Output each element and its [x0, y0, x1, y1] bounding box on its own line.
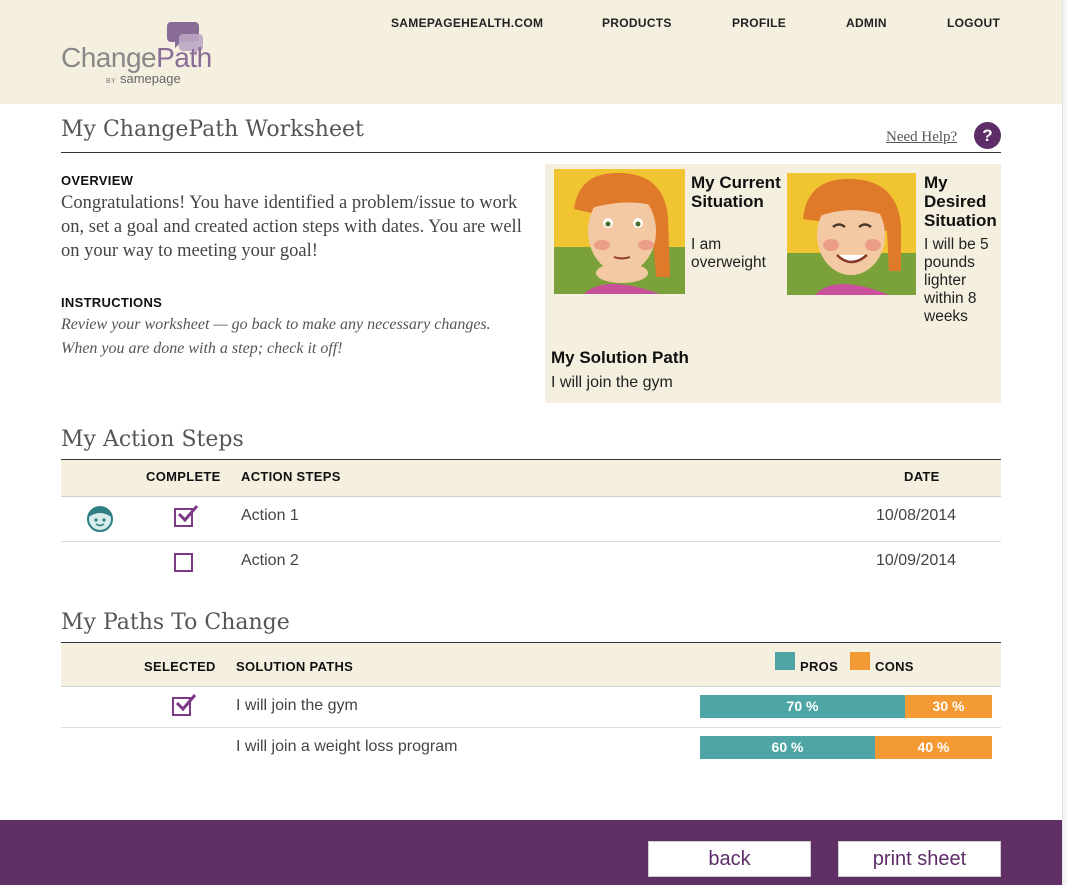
- solution-path-label: I will join the gym: [236, 697, 358, 714]
- solution-path-label: I will join a weight loss program: [236, 738, 458, 755]
- checkmark-icon: [175, 694, 197, 712]
- action-step-label: Action 2: [241, 552, 299, 569]
- need-help-link[interactable]: Need Help?: [886, 129, 957, 146]
- nav-samepagehealth[interactable]: SAMEPAGEHEALTH.COM: [391, 16, 543, 30]
- title-divider: [61, 152, 1001, 153]
- nav-admin[interactable]: ADMIN: [846, 16, 887, 30]
- action-steps-column-header: ACTION STEPS: [241, 469, 341, 484]
- face-icon: [87, 506, 113, 532]
- logo-wordmark: ChangePath: [61, 42, 212, 73]
- print-sheet-button[interactable]: print sheet: [838, 841, 1001, 877]
- row-divider: [61, 686, 1001, 687]
- back-button[interactable]: back: [648, 841, 811, 877]
- path-1-selected-checkbox[interactable]: [172, 694, 197, 716]
- paths-to-change-title: My Paths To Change: [61, 610, 290, 635]
- overview-text: Congratulations! You have identified a p…: [61, 193, 522, 262]
- action-step-label: Action 1: [241, 507, 299, 524]
- pros-legend-swatch: [775, 652, 795, 670]
- checkmark-icon: [177, 505, 199, 523]
- help-question-icon[interactable]: ?: [974, 122, 1001, 149]
- cons-bar: 30 %: [905, 695, 992, 718]
- nav-products[interactable]: PRODUCTS: [602, 16, 672, 30]
- paths-header: SELECTED SOLUTION PATHS PROS CONS: [61, 643, 1001, 686]
- action-1-complete-checkbox[interactable]: [174, 505, 199, 527]
- pros-legend-label: PROS: [800, 659, 839, 674]
- date-column-header: DATE: [904, 469, 940, 484]
- cons-legend-swatch: [850, 652, 870, 670]
- desired-situation-illustration: [787, 173, 916, 295]
- situation-panel: My Current Situation I am overweight My …: [545, 164, 1001, 403]
- desired-situation-text: I will be 5 pounds lighter within 8 week…: [924, 236, 989, 325]
- pros-bar: 60 %: [700, 736, 875, 759]
- current-situation-illustration: [554, 169, 685, 294]
- nav-profile[interactable]: PROFILE: [732, 16, 786, 30]
- nav-logout[interactable]: LOGOUT: [947, 16, 1000, 30]
- row-divider: [61, 727, 1001, 728]
- solution-path-text: I will join the gym: [551, 374, 673, 391]
- action-2-complete-checkbox[interactable]: [174, 553, 193, 572]
- pros-bar: 70 %: [700, 695, 905, 718]
- desired-situation-title: My Desired Situation: [924, 173, 997, 230]
- instructions-text: Review your worksheet — go back to make …: [61, 316, 491, 357]
- overview-label: OVERVIEW: [61, 173, 134, 188]
- instructions-label: INSTRUCTIONS: [61, 295, 163, 310]
- current-situation-text: I am overweight: [691, 236, 766, 271]
- action-steps-title: My Action Steps: [61, 427, 244, 452]
- action-step-date: 10/09/2014: [876, 552, 957, 569]
- scrollbar-track[interactable]: [1062, 0, 1067, 885]
- action-step-date: 10/08/2014: [876, 507, 957, 524]
- complete-column-header: COMPLETE: [146, 469, 221, 484]
- cons-bar: 40 %: [875, 736, 992, 759]
- selected-column-header: SELECTED: [144, 659, 216, 674]
- row-divider: [61, 541, 1001, 542]
- action-steps-header: COMPLETE ACTION STEPS DATE: [61, 460, 1001, 496]
- solution-paths-column-header: SOLUTION PATHS: [236, 659, 354, 674]
- row-divider: [61, 496, 1001, 497]
- page-title: My ChangePath Worksheet: [61, 117, 364, 142]
- cons-legend-label: CONS: [875, 659, 914, 674]
- current-situation-title: My Current Situation: [691, 173, 781, 211]
- logo-byline: BY samepage: [106, 71, 181, 86]
- solution-path-title: My Solution Path: [551, 348, 689, 367]
